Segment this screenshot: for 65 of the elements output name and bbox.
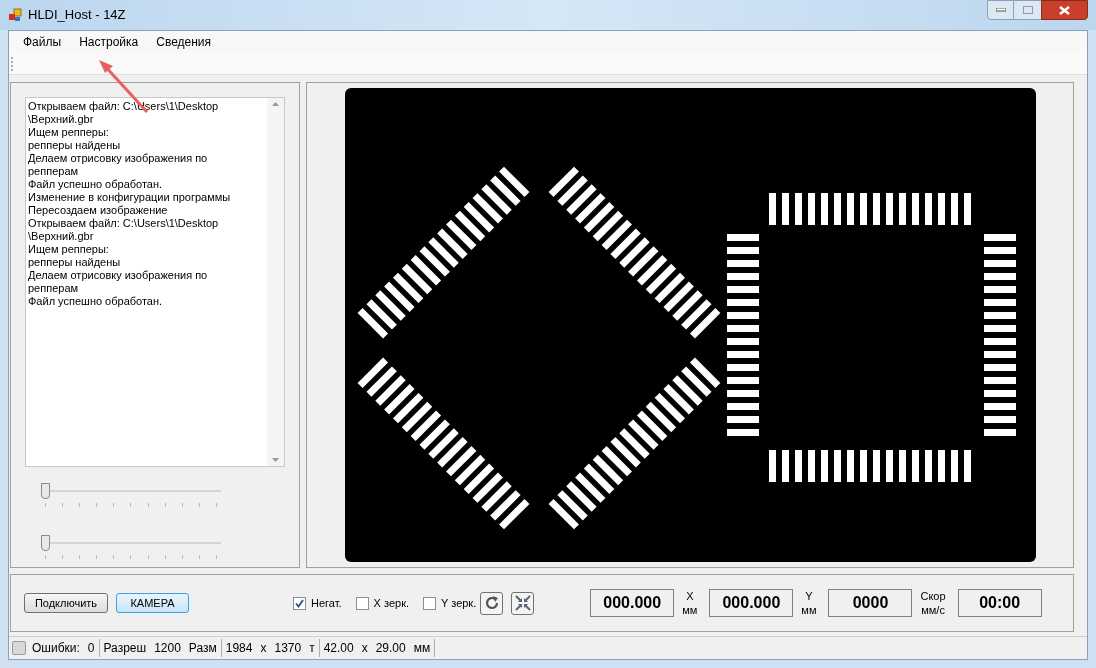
status-text: 29.00 bbox=[375, 640, 406, 657]
readout-field: 000.000 bbox=[590, 589, 675, 617]
shrink-arrows-icon bbox=[514, 595, 531, 611]
status-text: 1984 bbox=[225, 640, 253, 657]
unit-label: мм bbox=[682, 603, 698, 617]
log-line: \Верхний.gbr bbox=[28, 113, 94, 126]
scroll-down-icon[interactable] bbox=[272, 458, 279, 462]
log-line: репперы найдены bbox=[28, 256, 121, 269]
status-text: 1200 bbox=[154, 640, 181, 657]
status-text: мм bbox=[413, 640, 431, 657]
refresh-icon bbox=[483, 595, 500, 611]
fit-button[interactable] bbox=[511, 591, 535, 615]
status-text: 42.00 bbox=[323, 640, 354, 657]
scroll-up-icon[interactable] bbox=[272, 102, 279, 106]
readout-field: 0000 bbox=[828, 589, 913, 617]
refresh-button[interactable] bbox=[480, 591, 504, 615]
connect-button[interactable]: Подключить bbox=[24, 593, 108, 613]
log-line: Файл успешно обработан. bbox=[28, 295, 163, 308]
status-text: Разм bbox=[188, 640, 217, 657]
minimize-button[interactable] bbox=[987, 0, 1014, 20]
status-text: Ошибки: bbox=[32, 640, 80, 657]
log-line: Делаем отрисовку изображения по bbox=[28, 269, 208, 282]
log-box[interactable] bbox=[25, 97, 285, 467]
menu-item[interactable]: Настройка bbox=[71, 33, 147, 51]
app-icon bbox=[8, 8, 22, 22]
slider[interactable] bbox=[41, 535, 221, 559]
unit-label: X bbox=[686, 589, 694, 603]
log-line: \Верхний.gbr bbox=[28, 230, 94, 243]
close-icon bbox=[1059, 5, 1070, 15]
log-line: Файл успешно обработан. bbox=[28, 178, 163, 191]
status-text: x bbox=[260, 640, 267, 657]
menu-item[interactable]: Файлы bbox=[15, 33, 70, 51]
unit-label: мм bbox=[801, 603, 817, 617]
log-line: репперы найдены bbox=[28, 139, 121, 152]
unit-label: Y bbox=[805, 589, 813, 603]
maximize-icon bbox=[1022, 6, 1033, 14]
maximize-button[interactable] bbox=[1014, 0, 1041, 20]
scrollbar[interactable] bbox=[267, 98, 284, 466]
checkbox[interactable]: Негат. bbox=[293, 594, 342, 612]
menu-item[interactable]: Сведения bbox=[148, 33, 220, 51]
status-text: 0 bbox=[87, 640, 95, 657]
window-title: HLDI_Host - 14Z bbox=[28, 6, 126, 25]
log-line: Пересоздаем изображение bbox=[28, 204, 168, 217]
check-icon bbox=[295, 598, 304, 608]
close-button[interactable] bbox=[1041, 0, 1088, 20]
status-text: Разреш bbox=[103, 640, 147, 657]
log-line: Ищем репперы: bbox=[28, 126, 109, 139]
status-text: т bbox=[309, 640, 315, 657]
log-line: репперам bbox=[28, 165, 79, 178]
log-line: Открываем файл: C:\Users\1\Desktop bbox=[28, 217, 219, 230]
log-line: Ищем репперы: bbox=[28, 243, 109, 256]
checkbox[interactable]: X зерк. bbox=[355, 594, 409, 612]
slider[interactable] bbox=[41, 483, 221, 507]
log-line: Изменение в конфигурации программы bbox=[28, 191, 231, 204]
readout-field: 000.000 bbox=[709, 589, 794, 617]
status-text: x bbox=[361, 640, 368, 657]
unit-label: мм/с bbox=[921, 603, 945, 617]
log-line: Делаем отрисовку изображения по bbox=[28, 152, 208, 165]
status-text: 1370 bbox=[274, 640, 302, 657]
minimize-icon bbox=[995, 8, 1006, 12]
log-line: репперам bbox=[28, 282, 79, 295]
camera-button[interactable]: КАМЕРА bbox=[116, 593, 189, 613]
checkbox[interactable]: Y зерк. bbox=[423, 594, 477, 612]
readout-field: 00:00 bbox=[957, 589, 1042, 617]
unit-label: Скор bbox=[920, 589, 946, 603]
